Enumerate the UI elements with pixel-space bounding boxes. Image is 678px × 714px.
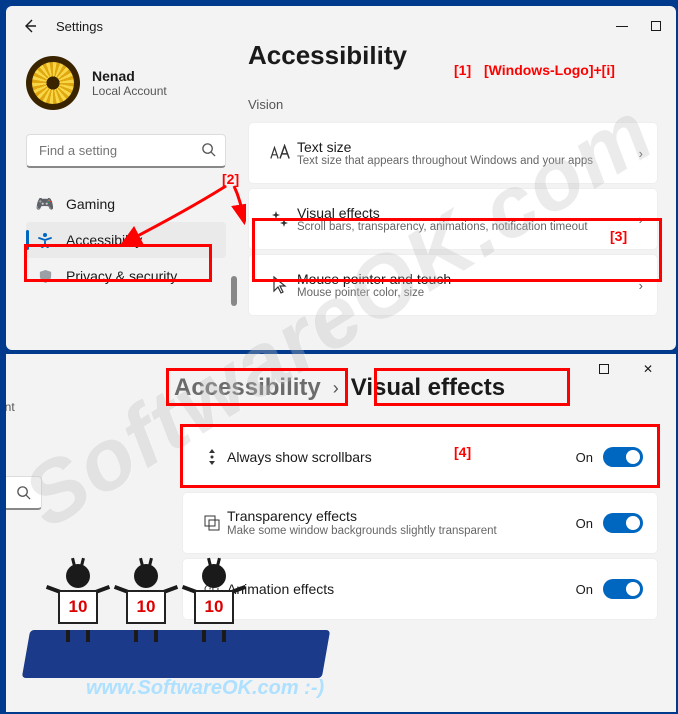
toggle-scrollbars[interactable] xyxy=(603,447,643,467)
toggle-transparency[interactable] xyxy=(603,513,643,533)
sidebar-item-label: Accessibility xyxy=(66,232,142,248)
visual-effects-window: unt Accessibility › Visual effects Alway… xyxy=(6,354,676,712)
animation-icon xyxy=(197,580,227,598)
search-input-fragment[interactable] xyxy=(6,476,42,510)
row-animation-effects: Animation effects On xyxy=(182,558,658,620)
close-button[interactable] xyxy=(640,361,656,377)
card-subtitle: Scroll bars, transparency, animations, n… xyxy=(297,221,639,233)
search-input[interactable] xyxy=(26,134,226,168)
row-subtitle: Make some window backgrounds slightly tr… xyxy=(227,524,576,539)
card-subtitle: Mouse pointer color, size xyxy=(297,287,639,299)
main-content: Always show scrollbars On Transparency e… xyxy=(182,426,658,624)
toggle-animation[interactable] xyxy=(603,579,643,599)
scrollbar-thumb[interactable] xyxy=(231,276,237,306)
gamepad-icon: 🎮 xyxy=(36,195,54,213)
card-title: Text size xyxy=(297,139,639,155)
card-subtitle: Text size that appears throughout Window… xyxy=(297,155,639,167)
row-always-show-scrollbars: Always show scrollbars On xyxy=(182,426,658,488)
settings-window: Settings Nenad Local Account 🎮 xyxy=(6,6,676,350)
sidebar: Nenad Local Account 🎮 Gaming Accessibili… xyxy=(6,46,238,350)
window-title: Settings xyxy=(56,19,103,34)
back-button[interactable] xyxy=(18,14,42,38)
cursor-icon xyxy=(263,275,297,295)
profile-name: Nenad xyxy=(92,68,167,84)
titlebar: Settings xyxy=(6,6,676,46)
profile-block[interactable]: Nenad Local Account xyxy=(26,56,226,110)
text-size-icon xyxy=(263,144,297,162)
transparency-icon xyxy=(197,514,227,532)
profile-subtitle: Local Account xyxy=(92,84,167,98)
toggle-value: On xyxy=(576,450,593,465)
toggle-value: On xyxy=(576,582,593,597)
avatar xyxy=(26,56,80,110)
chevron-right-icon: › xyxy=(639,278,643,293)
maximize-button[interactable] xyxy=(596,361,612,377)
scroll-icon xyxy=(197,447,227,467)
sidebar-item-privacy[interactable]: Privacy & security xyxy=(26,258,226,294)
card-mouse-pointer[interactable]: Mouse pointer and touch Mouse pointer co… xyxy=(248,254,658,316)
maximize-button[interactable] xyxy=(648,18,664,34)
row-title: Always show scrollbars xyxy=(227,449,576,465)
sidebar-item-gaming[interactable]: 🎮 Gaming xyxy=(26,186,226,222)
card-text-size[interactable]: Text size Text size that appears through… xyxy=(248,122,658,184)
row-transparency-effects: Transparency effects Make some window ba… xyxy=(182,492,658,554)
chevron-right-icon: › xyxy=(639,212,643,227)
minimize-button[interactable] xyxy=(614,18,630,34)
main-content: Accessibility Vision Text size Text size… xyxy=(238,46,676,350)
search-icon xyxy=(201,142,216,162)
sidebar-item-label: Gaming xyxy=(66,196,115,212)
sidebar-item-label: Privacy & security xyxy=(66,268,177,284)
toggle-value: On xyxy=(576,516,593,531)
card-title: Visual effects xyxy=(297,205,639,221)
minimize-button[interactable] xyxy=(552,361,568,377)
accessibility-icon xyxy=(36,231,54,249)
breadcrumb: Accessibility › Visual effects xyxy=(174,374,505,402)
sparkle-icon xyxy=(263,209,297,229)
section-label: Vision xyxy=(248,97,658,112)
page-title: Accessibility xyxy=(248,46,658,71)
chevron-right-icon: › xyxy=(639,146,643,161)
row-title: Transparency effects xyxy=(227,508,576,524)
chevron-right-icon: › xyxy=(333,378,339,399)
breadcrumb-current: Visual effects xyxy=(351,374,505,402)
row-title: Animation effects xyxy=(227,581,576,597)
sidebar-fragment: unt xyxy=(6,400,15,414)
shield-icon xyxy=(36,267,54,285)
breadcrumb-parent[interactable]: Accessibility xyxy=(174,374,321,402)
card-visual-effects[interactable]: Visual effects Scroll bars, transparency… xyxy=(248,188,658,250)
card-title: Mouse pointer and touch xyxy=(297,271,639,287)
sidebar-item-accessibility[interactable]: Accessibility xyxy=(26,222,226,258)
